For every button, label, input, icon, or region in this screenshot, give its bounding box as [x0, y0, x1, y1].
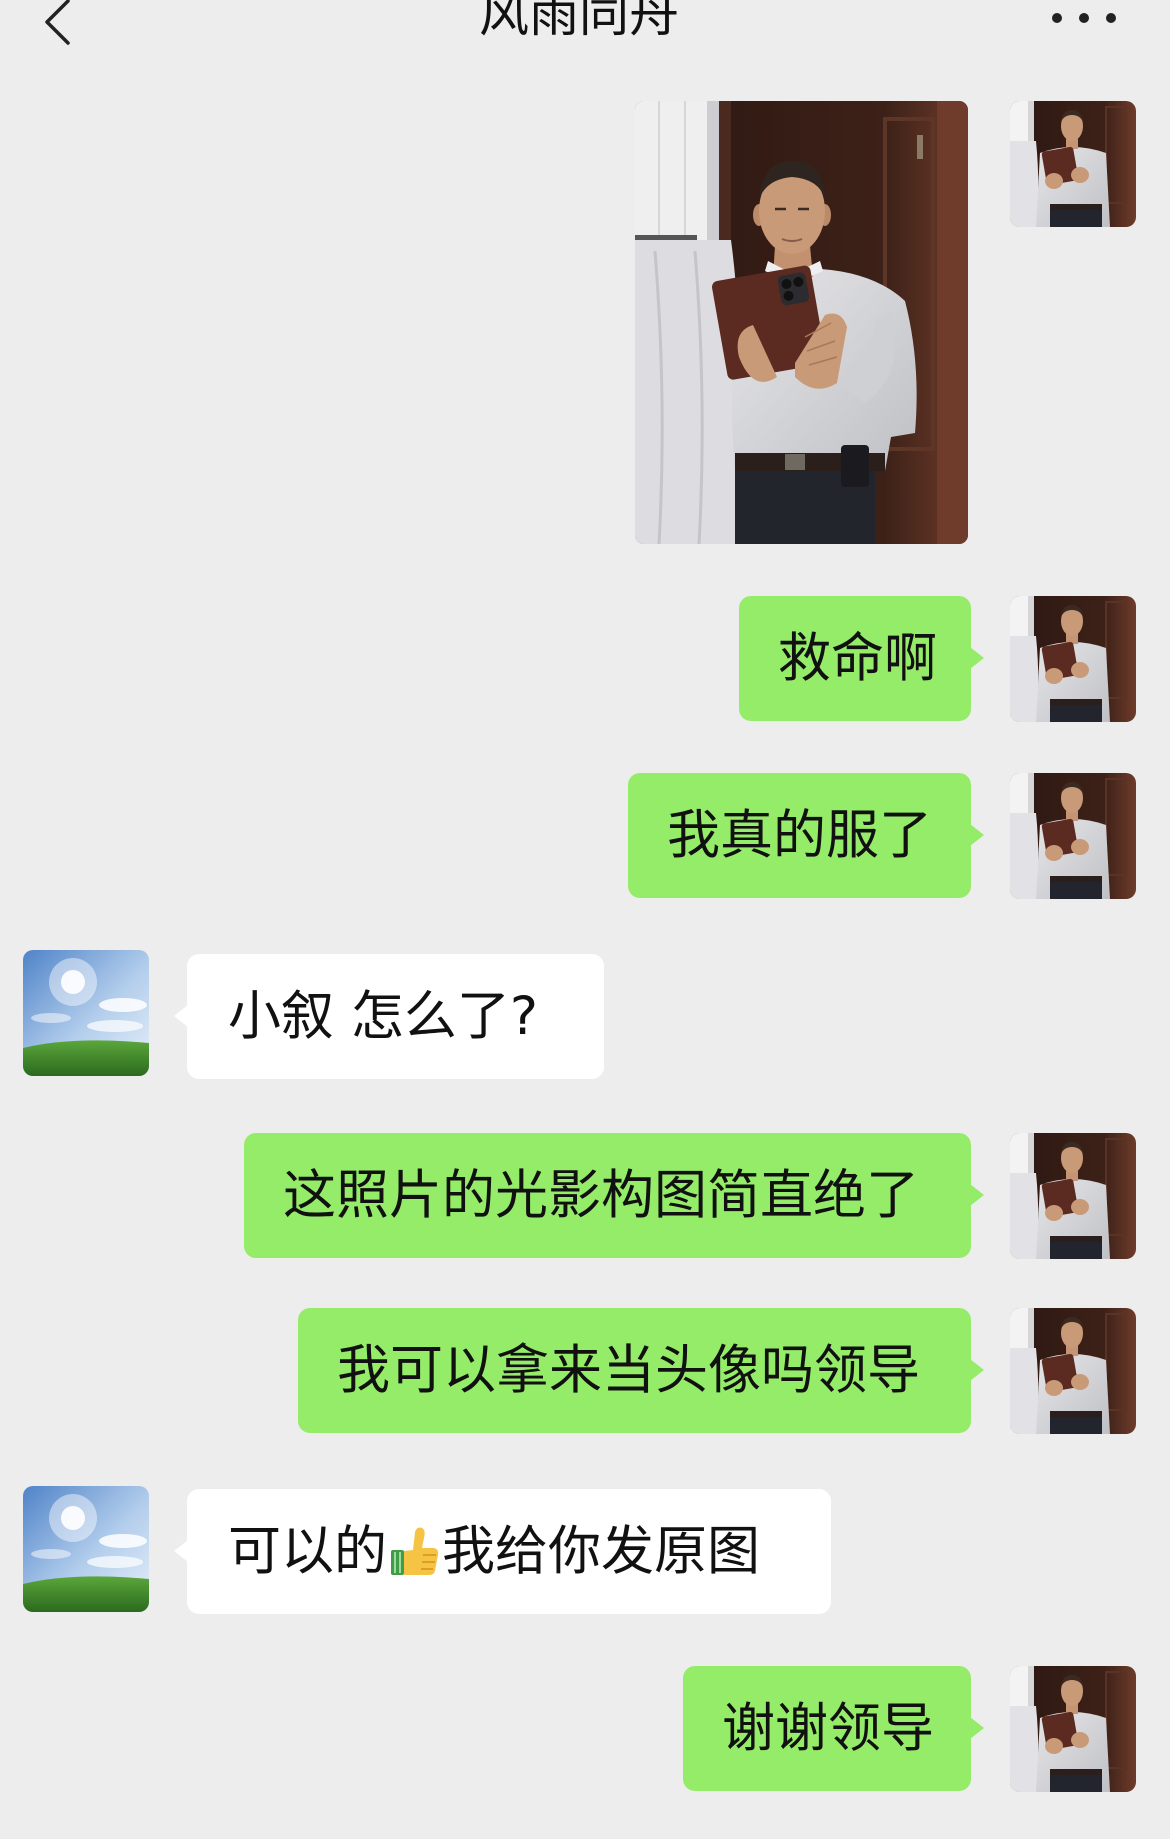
- more-dots-icon[interactable]: [1052, 12, 1116, 24]
- message-bubble-self[interactable]: 我真的服了: [628, 773, 984, 898]
- self-avatar[interactable]: [1010, 596, 1136, 722]
- message-text: 我真的服了: [667, 805, 932, 866]
- message-bubble-self[interactable]: 我可以拿来当头像吗领导: [298, 1308, 984, 1433]
- message-text: 我可以拿来当头像吗领导: [337, 1340, 920, 1401]
- message-text: 可以的: [228, 1521, 387, 1582]
- message-text: 这照片的光影构图简直绝了: [283, 1165, 919, 1226]
- self-avatar[interactable]: [1010, 1308, 1136, 1434]
- message-bubble-other[interactable]: 小叙 怎么了?: [174, 954, 604, 1079]
- dot: [1106, 13, 1116, 23]
- message-bubble-self[interactable]: 谢谢领导: [683, 1666, 984, 1791]
- thumbs-up-icon: [387, 1524, 442, 1579]
- self-avatar[interactable]: [1010, 1133, 1136, 1259]
- self-avatar[interactable]: [1010, 1666, 1136, 1792]
- message-text: 小叙 怎么了?: [228, 986, 538, 1047]
- chat-header: 风雨同舟: [0, 0, 1170, 88]
- dot: [1052, 13, 1062, 23]
- image-message[interactable]: [635, 101, 968, 544]
- contact-avatar[interactable]: [23, 1486, 149, 1612]
- dot: [1079, 13, 1089, 23]
- message-text: 救命啊: [778, 628, 937, 689]
- chat-title: 风雨同舟: [479, 0, 679, 43]
- message-bubble-self[interactable]: 这照片的光影构图简直绝了: [244, 1133, 984, 1258]
- message-text: 我给你发原图: [442, 1521, 760, 1582]
- message-bubble-self[interactable]: 救命啊: [739, 596, 984, 721]
- self-avatar[interactable]: [1010, 773, 1136, 899]
- contact-avatar[interactable]: [23, 950, 149, 1076]
- message-text: 谢谢领导: [722, 1698, 934, 1759]
- message-bubble-other[interactable]: 可以的 我给你发原图: [174, 1489, 831, 1614]
- self-avatar[interactable]: [1010, 101, 1136, 227]
